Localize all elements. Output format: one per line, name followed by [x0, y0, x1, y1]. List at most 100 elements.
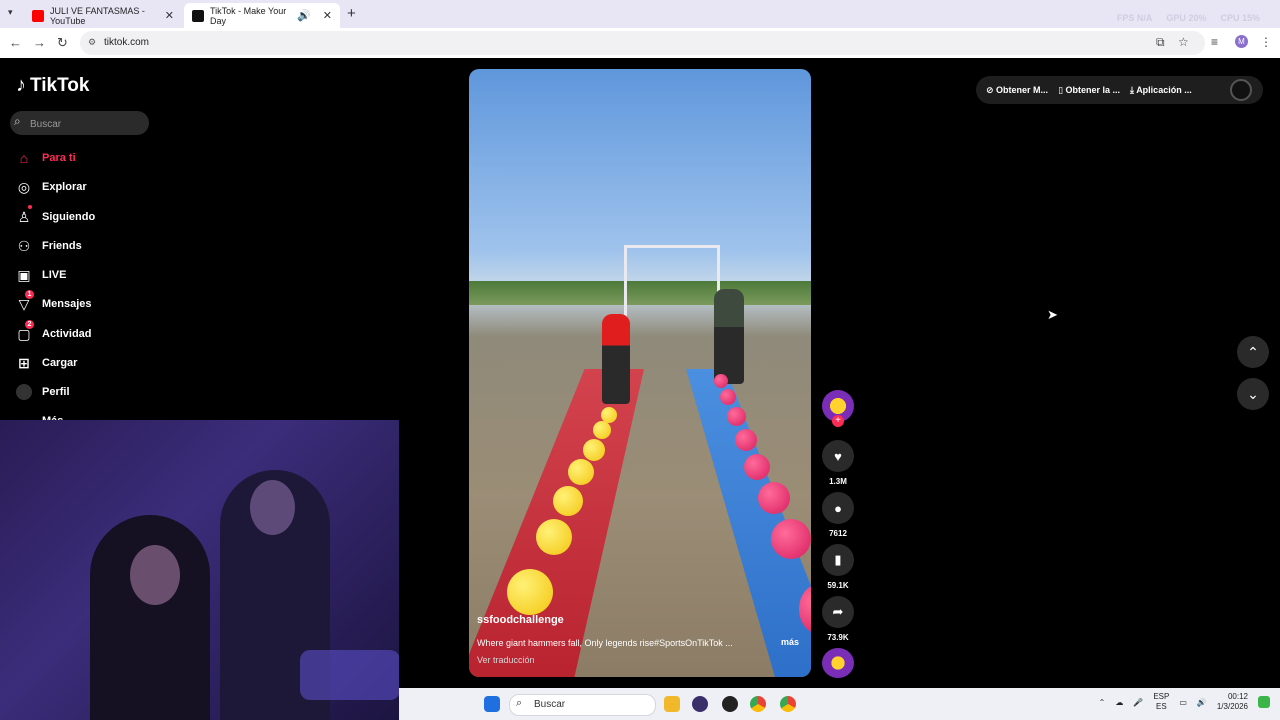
- forward-icon[interactable]: →: [33, 35, 46, 50]
- language-indicator[interactable]: ESP ES: [1153, 692, 1169, 712]
- search-icon: ⌕: [14, 114, 21, 128]
- like-count: 1.3M: [829, 477, 847, 486]
- app-icon[interactable]: [692, 696, 708, 712]
- search-input[interactable]: [28, 114, 147, 134]
- sidebar-item-mensajes[interactable]: ▽ 1 Mensajes: [16, 289, 92, 315]
- video-yellow-balloon: [553, 486, 583, 516]
- tab-youtube[interactable]: JULI VE FANTASMAS - YouTube ✕: [24, 3, 182, 28]
- site-info-icon[interactable]: ⚙: [88, 37, 96, 48]
- obs-icon[interactable]: [722, 696, 738, 712]
- video-yellow-balloon: [583, 439, 605, 461]
- fps-label: FPS: [1116, 13, 1135, 23]
- clock[interactable]: 00:12 1/3/2026: [1217, 692, 1248, 712]
- live-icon: ▣: [17, 266, 31, 283]
- share-button[interactable]: ➦: [822, 596, 854, 628]
- tab-title: TikTok - Make Your Day: [210, 5, 287, 26]
- desktop-app-button[interactable]: ⤓ Aplicación ...: [1130, 85, 1192, 96]
- sidebar-item-label: Friends: [42, 240, 82, 252]
- chevron-up-icon[interactable]: ⌃: [1099, 698, 1106, 707]
- video-frame-structure: [624, 245, 720, 318]
- chrome-profile-icon[interactable]: [780, 696, 796, 712]
- video-pink-balloon: [720, 389, 736, 405]
- profile-avatar: [16, 384, 32, 400]
- sidebar-item-label: Explorar: [42, 181, 87, 193]
- user-avatar[interactable]: [1230, 79, 1252, 101]
- logo-text: TikTok: [30, 74, 90, 96]
- heart-icon: ♥: [834, 448, 842, 464]
- clock-time: 00:12: [1227, 692, 1248, 701]
- tab-search-icon[interactable]: ▾: [8, 7, 13, 18]
- sidebar-item-friends[interactable]: ⚇ Friends: [16, 235, 82, 257]
- profile-avatar[interactable]: M: [1235, 35, 1248, 48]
- comment-icon: ●: [834, 500, 842, 516]
- follow-plus-icon[interactable]: +: [832, 415, 844, 427]
- sidebar-item-perfil[interactable]: Perfil: [16, 381, 70, 403]
- notification-icon[interactable]: [1258, 696, 1270, 708]
- install-app-icon[interactable]: ⧉: [1156, 35, 1165, 50]
- translate-link[interactable]: Ver traducción: [477, 655, 535, 665]
- sidebar-item-siguiendo[interactable]: ♙ Siguiendo: [16, 204, 96, 228]
- previous-video-button[interactable]: ⌃: [1237, 336, 1269, 368]
- language-code: ESP: [1153, 692, 1170, 701]
- browser-toolbar: ← → ↻: [0, 28, 1280, 58]
- search-box[interactable]: ⌕: [10, 111, 149, 135]
- video-yellow-balloon: [536, 519, 572, 555]
- video-pink-balloon: [727, 407, 746, 426]
- video-yellow-balloon: [593, 421, 611, 439]
- reload-icon[interactable]: ↻: [57, 35, 68, 51]
- network-icon[interactable]: ▭: [1179, 698, 1187, 707]
- sidebar-item-label: Cargar: [42, 357, 78, 369]
- close-icon[interactable]: ✕: [323, 9, 332, 22]
- back-icon[interactable]: ←: [9, 35, 22, 50]
- search-icon: ⌕: [516, 697, 523, 709]
- sidebar-item-para-ti[interactable]: ⌂ Para ti: [16, 147, 76, 169]
- video-pink-balloon: [758, 482, 790, 514]
- share-icon: ➦: [832, 604, 844, 619]
- chrome-icon[interactable]: [750, 696, 766, 712]
- upload-icon: ⊞: [18, 354, 30, 371]
- get-coins-button[interactable]: ⊘ Obtener M...: [986, 85, 1048, 96]
- sidebar-item-label: Siguiendo: [42, 211, 96, 223]
- cloud-icon[interactable]: ☁: [1115, 698, 1123, 707]
- tab-title: JULI VE FANTASMAS - YouTube: [50, 5, 145, 26]
- sidebar-item-cargar[interactable]: ⊞ Cargar: [16, 352, 77, 374]
- keyboard-code: ES: [1155, 702, 1167, 711]
- media-controls-icon[interactable]: ≡: [1211, 35, 1218, 49]
- tiktok-logo[interactable]: ♪ TikTok: [16, 74, 89, 97]
- video-person: [602, 314, 630, 404]
- fps-value: N/A: [1136, 13, 1153, 23]
- sidebar-item-actividad[interactable]: ▢ 2 Actividad: [16, 319, 92, 345]
- video-username[interactable]: ssfoodchallenge: [477, 614, 564, 626]
- music-disc-icon[interactable]: [822, 648, 854, 678]
- tiktok-icon: ♪: [16, 74, 26, 96]
- menu-icon[interactable]: ⋮: [1260, 35, 1272, 49]
- address-bar[interactable]: [80, 31, 1205, 55]
- bookmark-star-icon[interactable]: ☆: [1178, 35, 1189, 49]
- desktop-app-label: Aplicación ...: [1136, 84, 1192, 95]
- next-video-button[interactable]: ⌄: [1237, 378, 1269, 410]
- friends-icon: ⚇: [17, 237, 31, 254]
- cpu-label: CPU: [1220, 13, 1240, 23]
- like-button[interactable]: ♥: [822, 440, 854, 472]
- sidebar-item-label: Actividad: [42, 328, 92, 340]
- taskbar-search[interactable]: ⌕ Buscar: [509, 694, 656, 716]
- new-tab-button[interactable]: +: [347, 5, 356, 22]
- comment-button[interactable]: ●: [822, 492, 854, 524]
- sidebar-item-live[interactable]: ▣ LIVE: [16, 264, 66, 286]
- file-explorer-icon[interactable]: [664, 696, 680, 712]
- windows-start-icon[interactable]: [484, 696, 500, 712]
- share-count: 73.9K: [827, 633, 849, 642]
- url-text[interactable]: tiktok.com: [104, 37, 149, 48]
- more-link[interactable]: más: [781, 637, 799, 647]
- save-button[interactable]: ▮: [822, 544, 854, 576]
- windows-taskbar: ⌕ Buscar ⌃ ☁ 🎤 ESP ES ▭ 🔊 00:12 1/3/2026: [399, 688, 1280, 720]
- get-app-button[interactable]: ▯ Obtener la ...: [1058, 85, 1120, 96]
- sidebar-item-explorar[interactable]: ◎ Explorar: [16, 176, 87, 198]
- tab-tiktok[interactable]: TikTok - Make Your Day 🔊 ✕: [184, 3, 340, 28]
- microphone-icon[interactable]: 🎤: [1133, 698, 1143, 707]
- speaker-icon[interactable]: 🔊: [297, 9, 311, 22]
- close-icon[interactable]: ✕: [165, 9, 174, 22]
- youtube-icon: [32, 9, 44, 22]
- volume-icon[interactable]: 🔊: [1197, 698, 1207, 707]
- video-player[interactable]: [469, 69, 811, 677]
